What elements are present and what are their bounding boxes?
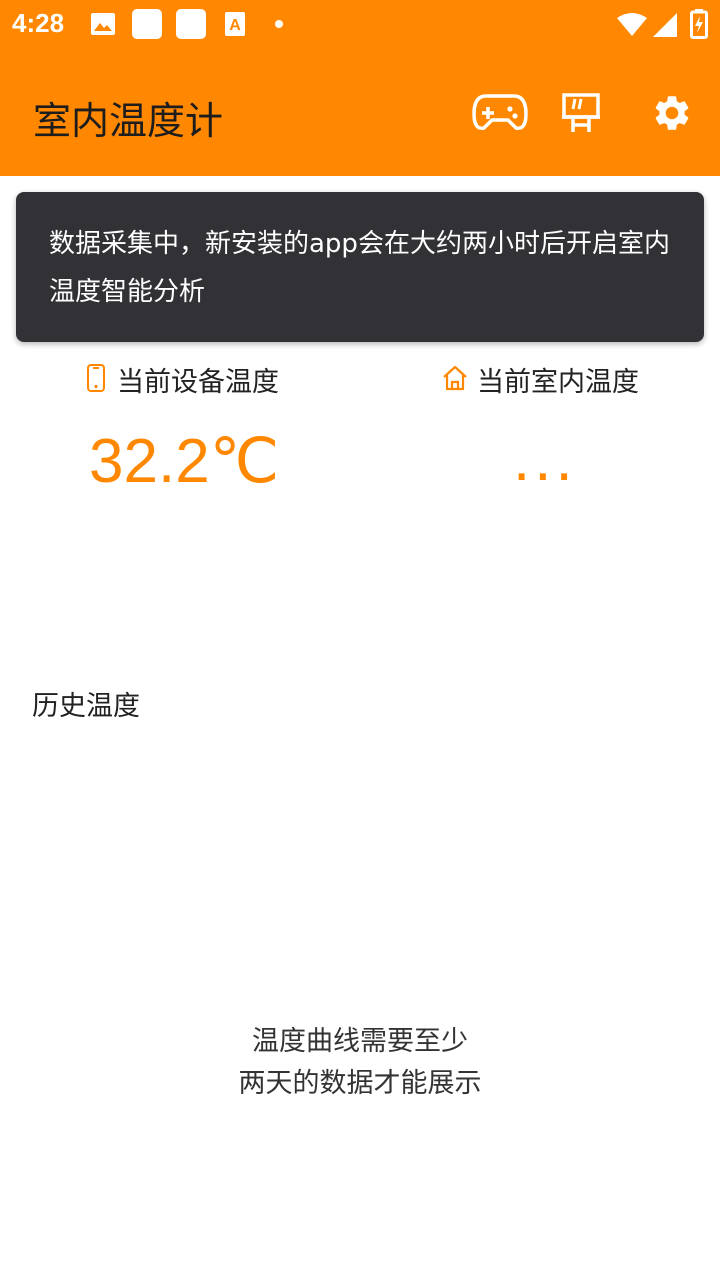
wifi-icon	[617, 13, 647, 36]
app-icon	[132, 9, 162, 39]
app-icon	[176, 9, 206, 39]
image-icon	[91, 13, 115, 35]
chart-empty-line2: 两天的数据才能展示	[238, 1068, 482, 1099]
font-icon: A	[225, 12, 245, 36]
toast-message: 数据采集中，新安装的app会在大约两小时后开启室内温度智能分析	[16, 192, 704, 342]
billboard-icon[interactable]	[560, 92, 602, 134]
history-title: 历史温度	[32, 691, 140, 722]
dot-icon	[275, 20, 283, 28]
app-bar: 室内温度计	[0, 50, 720, 176]
svg-text:A: A	[229, 17, 241, 34]
gamepad-icon[interactable]	[472, 92, 528, 132]
battery-charging-icon	[690, 9, 708, 39]
status-time: 4:28	[12, 8, 65, 38]
phone-icon	[87, 364, 105, 392]
indoor-temp-value: ...	[513, 425, 577, 494]
toast-text: 数据采集中，新安装的app会在大约两小时后开启室内温度智能分析	[49, 229, 670, 307]
home-icon	[443, 365, 467, 391]
device-temp-label: 当前设备温度	[117, 367, 279, 398]
device-temp-value: 32.2℃	[89, 427, 280, 496]
status-bar: 4:28 A	[0, 0, 720, 50]
indoor-temp-label: 当前室内温度	[477, 367, 639, 398]
signal-icon	[653, 13, 677, 37]
app-title: 室内温度计	[33, 99, 224, 143]
chart-empty-line1: 温度曲线需要至少	[252, 1026, 468, 1057]
settings-icon[interactable]	[651, 92, 693, 134]
